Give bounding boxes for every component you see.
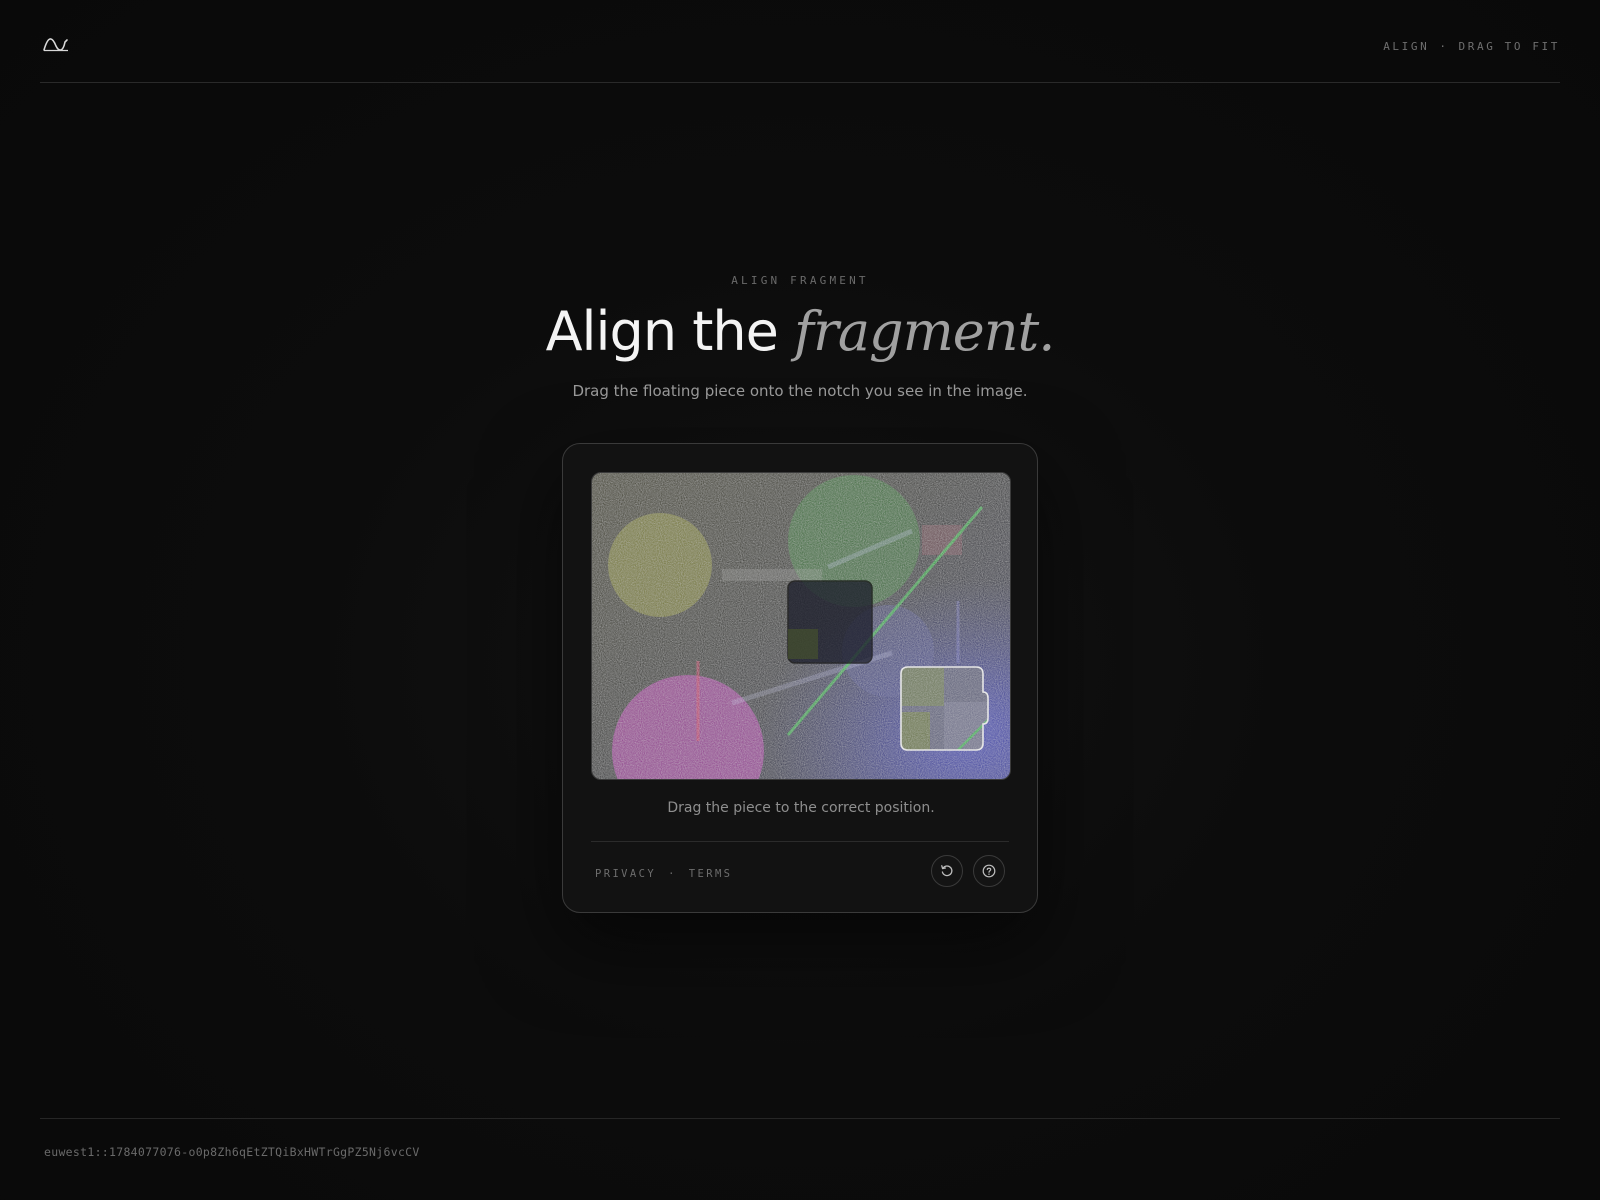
card-footer-links: PRIVACY · TERMS xyxy=(595,868,732,880)
title-accent: fragment. xyxy=(794,300,1055,363)
refresh-button[interactable] xyxy=(931,855,963,887)
title-main: Align the xyxy=(545,300,779,363)
puzzle-piece[interactable] xyxy=(900,666,992,752)
top-bar: ALIGN · DRAG TO FIT xyxy=(40,0,1560,83)
page-subtitle: Drag the floating piece onto the notch y… xyxy=(572,382,1028,400)
help-button[interactable] xyxy=(973,855,1005,887)
footer-link-separator: · xyxy=(668,868,677,880)
instruction-text: Drag the piece to the correct position. xyxy=(667,800,935,816)
page: ALIGN · DRAG TO FIT ALIGN FRAGMENT Align… xyxy=(0,0,1600,1200)
refresh-icon xyxy=(941,865,953,877)
status-hint: DRAG TO FIT xyxy=(1458,40,1560,53)
status-separator: · xyxy=(1439,40,1449,53)
header-status: ALIGN · DRAG TO FIT xyxy=(1383,40,1560,53)
privacy-link[interactable]: PRIVACY xyxy=(595,868,656,880)
terms-link[interactable]: TERMS xyxy=(689,868,733,880)
help-icon xyxy=(982,864,996,878)
eyebrow-label: ALIGN FRAGMENT xyxy=(731,274,869,287)
status-mode: ALIGN xyxy=(1383,40,1430,53)
page-title: Align the fragment. xyxy=(0,296,1600,368)
session-id: euwest1::1784077076-o0p8Zh6qEtZTQiBxHWTr… xyxy=(44,1145,420,1159)
footer-divider xyxy=(40,1118,1560,1119)
card-divider xyxy=(591,841,1009,842)
wave-logo-icon[interactable] xyxy=(42,34,70,54)
